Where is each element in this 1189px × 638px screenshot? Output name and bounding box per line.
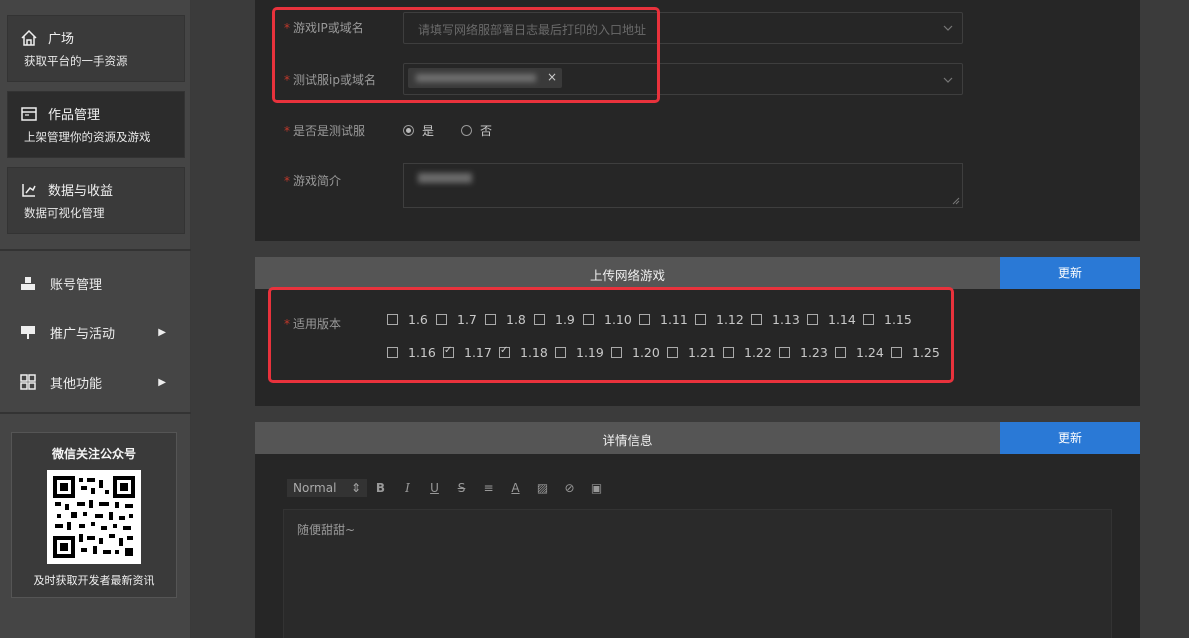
- chart-icon: [22, 183, 36, 197]
- qr-code-icon: [53, 476, 135, 558]
- window-icon: [21, 106, 37, 121]
- nav-card-subtitle: 数据可视化管理: [24, 206, 105, 220]
- chevron-down-icon: [943, 77, 953, 83]
- background-color-icon[interactable]: ▨: [529, 481, 556, 495]
- editor-content: 随便甜甜~: [297, 523, 356, 537]
- sidebar: 广场 获取平台的一手资源 作品管理 上架管理你的资源及游戏 数据与收益 数据可视…: [0, 0, 191, 638]
- nav-card-square[interactable]: 广场 获取平台的一手资源: [7, 15, 185, 82]
- home-icon: [21, 29, 37, 46]
- radio-circle: [461, 125, 472, 136]
- radio-no[interactable]: 否: [461, 122, 492, 139]
- chevron-right-icon: ▶: [158, 326, 166, 338]
- section-title: 详情信息: [602, 433, 653, 448]
- nav-card-works[interactable]: 作品管理 上架管理你的资源及游戏: [7, 91, 185, 158]
- format-select[interactable]: Normal ⇕: [287, 479, 367, 497]
- intro-textarea[interactable]: [403, 163, 963, 208]
- nav-card-data[interactable]: 数据与收益 数据可视化管理: [7, 167, 185, 234]
- sidebar-divider: [0, 249, 191, 251]
- wechat-footer: 及时获取开发者最新资讯: [33, 574, 155, 587]
- link-icon[interactable]: ⊘: [556, 481, 583, 495]
- chevron-right-icon: ▶: [158, 376, 166, 388]
- nav-card-subtitle: 获取平台的一手资源: [24, 54, 128, 68]
- editor-toolbar: Normal ⇕ B I U S ≡ A ▨ ⊘ ▣: [287, 479, 610, 497]
- promo-icon: [21, 326, 35, 339]
- account-icon: [21, 277, 35, 290]
- radio-label: 否: [480, 124, 493, 138]
- menu-item-account[interactable]: 账号管理: [20, 271, 180, 295]
- menu-item-other[interactable]: 其他功能 ▶: [20, 370, 180, 394]
- italic-icon[interactable]: I: [394, 481, 421, 495]
- menu-item-label: 推广与活动: [50, 326, 116, 342]
- intro-label: * 游戏简介: [284, 174, 342, 188]
- strikethrough-icon[interactable]: S: [448, 481, 475, 495]
- nav-card-title: 作品管理: [48, 108, 101, 123]
- sidebar-divider: [0, 412, 191, 414]
- radio-circle: [403, 125, 414, 136]
- is-test-label: * 是否是测试服: [284, 124, 366, 138]
- intro-value: [418, 173, 472, 183]
- radio-yes[interactable]: 是: [403, 122, 434, 139]
- radio-label: 是: [422, 124, 435, 138]
- update-button[interactable]: 更新: [1000, 257, 1140, 289]
- nav-card-subtitle: 上架管理你的资源及游戏: [24, 130, 151, 144]
- qr-code: [47, 470, 141, 564]
- font-color-icon[interactable]: A: [502, 481, 529, 495]
- menu-item-label: 其他功能: [50, 376, 103, 392]
- section-title: 上传网络游戏: [589, 268, 665, 283]
- image-icon[interactable]: ▣: [583, 481, 610, 495]
- bold-icon[interactable]: B: [367, 481, 394, 495]
- update-button[interactable]: 更新: [1000, 422, 1140, 454]
- highlight-box: [272, 7, 660, 103]
- highlight-box: [268, 287, 954, 383]
- wechat-follow-card: 微信关注公众号 及时获取开发者最新资讯: [11, 432, 177, 598]
- detail-section-header: 详情信息 更新: [255, 422, 1140, 454]
- nav-card-title: 数据与收益: [48, 184, 114, 199]
- nav-card-title: 广场: [48, 32, 75, 47]
- grid-icon: [20, 374, 36, 390]
- rich-text-editor[interactable]: 随便甜甜~: [283, 509, 1112, 638]
- menu-item-promo[interactable]: 推广与活动 ▶: [20, 320, 180, 344]
- align-icon[interactable]: ≡: [475, 481, 502, 495]
- wechat-title: 微信关注公众号: [51, 447, 136, 461]
- resize-handle-icon[interactable]: [952, 197, 960, 205]
- underline-icon[interactable]: U: [421, 481, 448, 495]
- chevron-down-icon: [943, 25, 953, 31]
- upload-section-header: 上传网络游戏 更新: [255, 257, 1140, 289]
- sort-icon: ⇕: [350, 481, 361, 495]
- menu-item-label: 账号管理: [50, 277, 103, 293]
